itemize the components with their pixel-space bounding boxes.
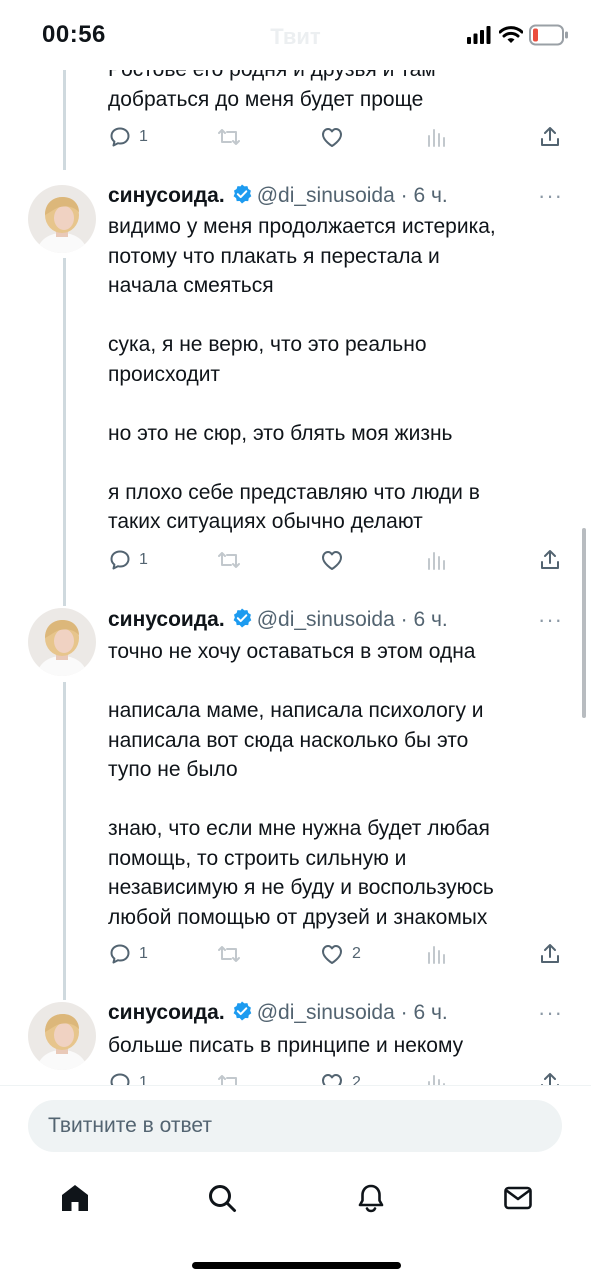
nav-notifications[interactable] (354, 1181, 388, 1215)
bottom-bar: Твитните в ответ (0, 1085, 591, 1281)
reply-input[interactable]: Твитните в ответ (28, 1100, 562, 1152)
reply-icon (110, 944, 130, 964)
tweet-thread: Ростове его родня и друзья и там добрать… (0, 0, 591, 1085)
home-indicator[interactable] (192, 1262, 401, 1269)
views-icon (428, 552, 445, 570)
heart-icon (322, 945, 342, 964)
share-icon (541, 1073, 559, 1085)
heart-icon (322, 551, 342, 570)
retweet-button[interactable] (216, 545, 242, 575)
reply-button[interactable]: 1 (108, 545, 148, 575)
author-handle[interactable]: @di_sinusoida (257, 184, 395, 207)
thread-line (63, 60, 66, 170)
views-icon (428, 129, 445, 147)
thread-line (63, 682, 66, 1000)
reply-icon (110, 550, 130, 570)
tweet-actions: 1 2 (108, 1068, 560, 1085)
share-icon (541, 127, 559, 146)
heart-icon (322, 128, 342, 147)
reply-count: 1 (139, 128, 148, 145)
like-count: 2 (352, 1074, 361, 1085)
status-time: 00:56 (42, 21, 106, 48)
share-button[interactable] (538, 939, 562, 969)
reply-button[interactable]: 1 (108, 1068, 148, 1085)
more-options-icon[interactable]: ··· (538, 183, 563, 209)
tweet-time[interactable]: 6 ч. (413, 608, 447, 631)
reply-count: 1 (139, 551, 148, 568)
author-name[interactable]: синусоида. (108, 608, 225, 631)
tweet-header: синусоида. @di_sinusoida · 6 ч. (108, 183, 448, 208)
retweet-icon (218, 1075, 237, 1085)
retweet-icon (218, 129, 240, 145)
search-icon (209, 1185, 236, 1212)
more-options-icon[interactable]: ··· (538, 1000, 563, 1026)
reply-placeholder: Твитните в ответ (48, 1114, 212, 1137)
views-button[interactable] (426, 122, 448, 152)
battery-icon (529, 24, 568, 46)
tweet-text: точно не хочу оставаться в этом одна нап… (108, 640, 494, 929)
reply-count: 1 (139, 1074, 148, 1085)
views-icon (428, 1075, 445, 1085)
tweet-header: синусоида. @di_sinusoida · 6 ч. (108, 1000, 448, 1025)
retweet-icon (218, 946, 240, 962)
separator-dot: · (400, 184, 408, 207)
retweet-button[interactable] (216, 1068, 242, 1085)
more-options-icon[interactable]: ··· (538, 607, 563, 633)
share-icon (541, 944, 559, 963)
tweet-text: больше писать в принципе и некому (108, 1034, 464, 1057)
views-icon (428, 946, 445, 964)
separator-dot: · (400, 1001, 408, 1024)
reply-count: 1 (139, 945, 148, 962)
share-icon (541, 550, 559, 569)
retweet-button[interactable] (216, 122, 242, 152)
retweet-button[interactable] (216, 939, 242, 969)
share-button[interactable] (538, 545, 562, 575)
messages-icon (504, 1186, 532, 1210)
tweet-actions: 1 (108, 122, 560, 152)
heart-icon (322, 1074, 342, 1085)
like-button[interactable] (319, 545, 345, 575)
views-button[interactable] (426, 939, 448, 969)
reply-button[interactable]: 1 (108, 939, 148, 969)
thread-line (63, 258, 66, 606)
verified-badge-icon (233, 184, 252, 204)
author-name[interactable]: синусоида. (108, 184, 225, 207)
tweet-actions: 1 (108, 545, 560, 575)
avatar[interactable] (28, 1002, 96, 1070)
reply-button[interactable]: 1 (108, 122, 148, 152)
author-handle[interactable]: @di_sinusoida (257, 1001, 395, 1024)
wifi-icon (499, 26, 523, 43)
scrollbar[interactable] (582, 528, 586, 718)
views-button[interactable] (426, 545, 448, 575)
verified-badge-icon (233, 1001, 252, 1021)
avatar[interactable] (28, 608, 96, 676)
author-name[interactable]: синусоида. (108, 1001, 225, 1024)
tweet-header: синусоида. @di_sinusoida · 6 ч. (108, 607, 448, 632)
tweet-actions: 1 2 (108, 939, 560, 969)
status-bar: Твит 00:56 (0, 0, 591, 70)
nav-search[interactable] (205, 1181, 239, 1215)
like-button[interactable]: 2 (319, 939, 361, 969)
tweet-time[interactable]: 6 ч. (413, 184, 447, 207)
reply-icon (110, 1073, 130, 1085)
tweet-time[interactable]: 6 ч. (413, 1001, 447, 1024)
views-button[interactable] (426, 1068, 448, 1085)
like-button[interactable]: 2 (319, 1068, 361, 1085)
like-button[interactable] (319, 122, 345, 152)
share-button[interactable] (538, 1068, 562, 1085)
home-icon (62, 1185, 88, 1211)
nav-messages[interactable] (501, 1181, 535, 1215)
nav-home[interactable] (58, 1181, 92, 1215)
share-button[interactable] (538, 122, 562, 152)
reply-icon (110, 127, 130, 147)
author-handle[interactable]: @di_sinusoida (257, 608, 395, 631)
notifications-icon (358, 1184, 384, 1213)
like-count: 2 (352, 945, 361, 962)
separator-dot: · (400, 608, 408, 631)
tweet-text: видимо у меня продолжается истерика, пот… (108, 215, 496, 533)
verified-badge-icon (233, 608, 252, 628)
avatar[interactable] (28, 185, 96, 253)
retweet-icon (218, 552, 240, 568)
cellular-signal-icon (467, 26, 491, 44)
